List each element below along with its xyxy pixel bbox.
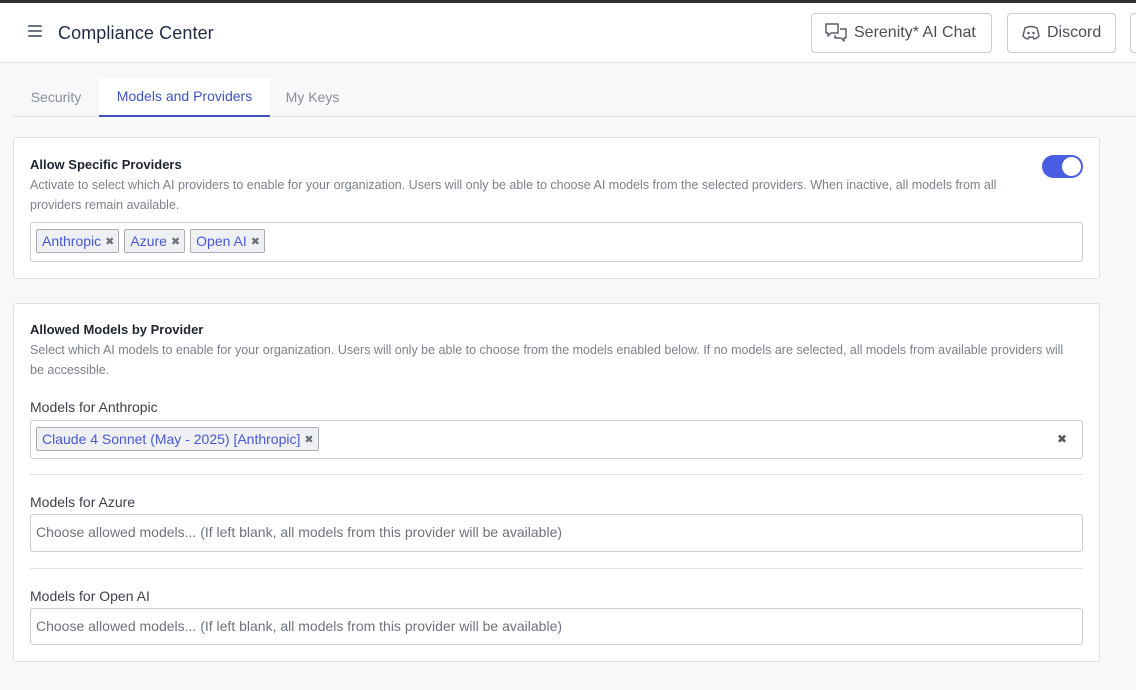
- provider-chip: Anthropic ✖: [36, 229, 120, 253]
- anthropic-models-label: Models for Anthropic: [30, 399, 158, 415]
- remove-icon[interactable]: ✖: [304, 433, 313, 446]
- remove-icon[interactable]: ✖: [171, 235, 180, 248]
- model-chip: Claude 4 Sonnet (May - 2025) [Anthropic]…: [36, 427, 319, 451]
- divider: [30, 568, 1083, 569]
- chat-icon: [825, 23, 847, 42]
- chip-label: Claude 4 Sonnet (May - 2025) [Anthropic]: [42, 431, 301, 447]
- card-title: Allow Specific Providers: [30, 157, 182, 172]
- provider-chip: Open AI ✖: [190, 229, 265, 253]
- openai-placeholder: Choose allowed models... (If left blank,…: [36, 618, 563, 634]
- azure-placeholder: Choose allowed models... (If left blank,…: [36, 524, 563, 540]
- azure-models-label: Models for Azure: [30, 494, 136, 510]
- provider-chip: Azure ✖: [124, 229, 186, 253]
- toggle-knob: [1062, 157, 1081, 176]
- remove-icon[interactable]: ✖: [105, 235, 114, 248]
- ai-chat-button[interactable]: Serenity* AI Chat: [811, 13, 992, 53]
- card-description: Activate to select which AI providers to…: [30, 178, 997, 212]
- allowed-models-card: Allowed Models by Provider Select which …: [13, 303, 1100, 662]
- chip-label: Anthropic: [42, 233, 102, 249]
- chip-label: Azure: [130, 233, 167, 249]
- hamburger-icon[interactable]: [28, 25, 44, 39]
- providers-multiselect[interactable]: Anthropic ✖ Azure ✖ Open AI ✖: [30, 222, 1083, 262]
- openai-models-label: Models for Open AI: [30, 588, 150, 604]
- divider: [30, 474, 1083, 475]
- discord-icon: [1022, 25, 1040, 40]
- page-title: Compliance Center: [58, 23, 214, 43]
- openai-models-multiselect[interactable]: Choose allowed models... (If left blank,…: [30, 608, 1083, 645]
- overflow-button[interactable]: [1130, 13, 1136, 53]
- card-title: Allowed Models by Provider: [30, 322, 204, 337]
- allow-providers-toggle[interactable]: [1042, 155, 1083, 178]
- tab-my-keys[interactable]: My Keys: [270, 78, 355, 117]
- tab-bar: Security Models and Providers My Keys: [13, 78, 1136, 117]
- ai-chat-label: Serenity* AI Chat: [854, 24, 976, 41]
- discord-button[interactable]: Discord: [1007, 13, 1116, 53]
- header: Compliance Center Serenity* AI Chat Disc…: [0, 3, 1136, 63]
- remove-icon[interactable]: ✖: [251, 235, 260, 248]
- tab-models-and-providers[interactable]: Models and Providers: [99, 78, 270, 117]
- tab-security[interactable]: Security: [13, 78, 99, 117]
- card-description: Select which AI models to enable for you…: [30, 343, 1064, 377]
- anthropic-models-multiselect[interactable]: Claude 4 Sonnet (May - 2025) [Anthropic]…: [30, 420, 1083, 459]
- clear-icon[interactable]: ✖: [1057, 432, 1067, 446]
- chip-label: Open AI: [196, 233, 247, 249]
- azure-models-multiselect[interactable]: Choose allowed models... (If left blank,…: [30, 514, 1083, 552]
- allow-specific-providers-card: Allow Specific Providers Activate to sel…: [13, 137, 1100, 279]
- discord-label: Discord: [1047, 24, 1102, 41]
